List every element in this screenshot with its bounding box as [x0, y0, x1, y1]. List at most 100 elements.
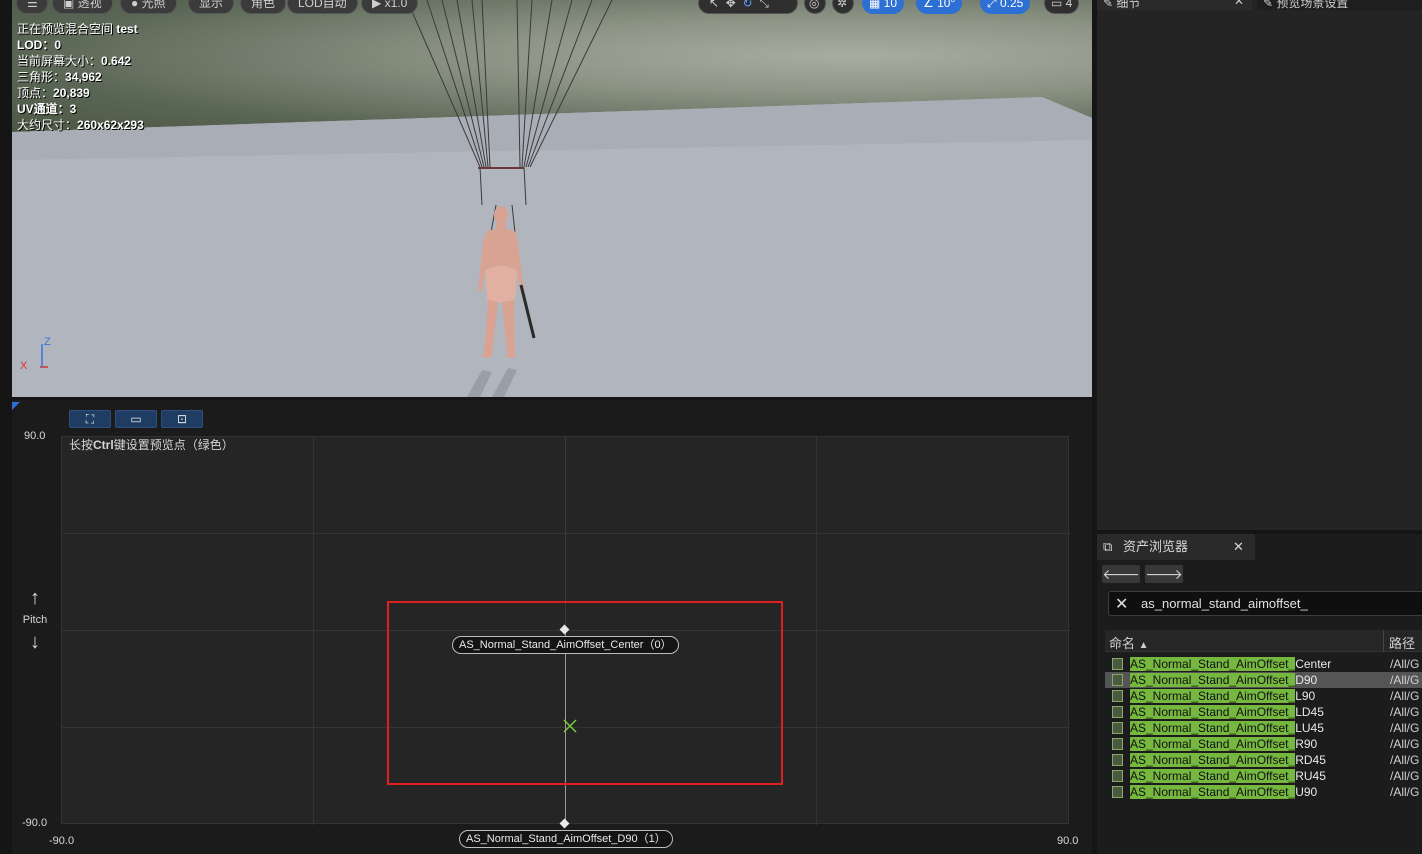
- camera-speed-value: 4: [1065, 0, 1073, 10]
- back-button[interactable]: 🡐: [1102, 565, 1140, 583]
- grid-icon: ▦: [869, 0, 884, 10]
- lod-button[interactable]: LOD自动: [287, 0, 358, 14]
- arrow-up-icon: ↑: [30, 587, 40, 609]
- pitch-axis-indicator: ↑ Pitch ↓: [10, 586, 60, 654]
- axis-z-label: Z: [44, 336, 51, 348]
- tab-details[interactable]: ✎ 细节: [1103, 0, 1140, 10]
- scale-snap-button[interactable]: ⤢ 0.25: [980, 0, 1031, 14]
- sample-label-d90[interactable]: AS_Normal_Stand_AimOffset_D90（1）: [459, 830, 673, 848]
- grid-snap-button[interactable]: ▦ 10: [862, 0, 905, 14]
- grid-snap-value: 10: [883, 0, 898, 10]
- select-icon[interactable]: ↖: [709, 0, 719, 10]
- camera-icon: ▭: [1051, 0, 1066, 10]
- pencil-icon: ✎: [1263, 0, 1277, 10]
- asset-list: AS_Normal_Stand_AimOffset_Center/All/G A…: [1105, 656, 1422, 800]
- animation-asset-icon: [1112, 754, 1123, 766]
- asset-row-r90[interactable]: AS_Normal_Stand_AimOffset_R90/All/G: [1105, 736, 1422, 752]
- stats-vertices: 顶点：20,839: [17, 86, 90, 100]
- grid-line: [313, 437, 314, 825]
- animation-asset-icon: [1112, 770, 1123, 782]
- show-label: 显示: [199, 0, 224, 10]
- play-icon: ▶: [372, 0, 385, 10]
- asset-row-d90[interactable]: AS_Normal_Stand_AimOffset_D90/All/G: [1105, 672, 1422, 688]
- y-axis-max: 90.0: [24, 430, 46, 442]
- asset-row-rd45[interactable]: AS_Normal_Stand_AimOffset_RD45/All/G: [1105, 752, 1422, 768]
- menu-button[interactable]: ☰: [16, 0, 48, 14]
- asset-row-ru45[interactable]: AS_Normal_Stand_AimOffset_RU45/All/G: [1105, 768, 1422, 784]
- animation-asset-icon: [1112, 722, 1123, 734]
- stats-uv: UV通道：3: [17, 102, 77, 116]
- globe-icon: ◎: [809, 0, 820, 10]
- scale-icon[interactable]: ⤡: [759, 0, 769, 10]
- lighting-label: 光照: [141, 0, 166, 10]
- playback-label: x1.0: [384, 0, 408, 10]
- camera-speed-button[interactable]: ▭ 4: [1044, 0, 1080, 14]
- stats-lod: LOD：0: [17, 38, 62, 52]
- asset-row-lu45[interactable]: AS_Normal_Stand_AimOffset_LU45/All/G: [1105, 720, 1422, 736]
- lit-sphere-icon: ●: [131, 0, 142, 10]
- animation-asset-icon: [1112, 738, 1123, 750]
- viewport-stats: 正在预览混合空间 test LOD：0 当前屏幕大小：0.642 三角形：34,…: [17, 21, 144, 133]
- viewport-toolbar: ☰ ▣ 透视 ● 光照 显示 角色 LOD自动 ▶ x1.0 ↖ ✥ ↻ ⤡ ◎…: [12, 0, 1092, 14]
- ctrl-hint: 长按Ctrl键设置预览点（绿色）: [69, 438, 234, 452]
- asset-row-ld45[interactable]: AS_Normal_Stand_AimOffset_LD45/All/G: [1105, 704, 1422, 720]
- asset-row-u90[interactable]: AS_Normal_Stand_AimOffset_U90/All/G: [1105, 784, 1422, 800]
- perspective-label: 透视: [77, 0, 102, 10]
- blend-space-editor: ⛶ ▭ ⊡ 90.0 -90.0 -90.0 90.0 长按Ctrl键设置预览点…: [12, 400, 1092, 854]
- snap-icon: ✲: [837, 0, 848, 10]
- snap-to-grid-button[interactable]: ⊡: [161, 410, 203, 428]
- details-panel: ✎ 细节 ✕ ✎ 预览场景设置: [1097, 0, 1422, 530]
- lighting-button[interactable]: ● 光照: [120, 0, 177, 14]
- preview-point-icon: [563, 719, 577, 733]
- x-axis-max: 90.0: [1057, 835, 1079, 847]
- close-details-icon[interactable]: ✕: [1234, 0, 1244, 8]
- search-value: as_normal_stand_aimoffset_: [1141, 596, 1308, 611]
- close-asset-browser-icon[interactable]: ✕: [1233, 534, 1244, 560]
- asset-search-input[interactable]: ✕ as_normal_stand_aimoffset_: [1108, 591, 1422, 616]
- fit-view-icon: ⛶: [85, 412, 95, 426]
- tab-preview-scene-settings[interactable]: ✎ 预览场景设置: [1263, 0, 1348, 10]
- animation-asset-icon: [1112, 658, 1123, 670]
- show-button[interactable]: 显示: [188, 0, 235, 14]
- asset-list-header: 命名 ▲ 路径: [1105, 630, 1422, 652]
- rotate-icon[interactable]: ↻: [742, 0, 752, 10]
- stats-preview: 正在预览混合空间 test: [17, 22, 138, 36]
- asset-browser: ⧉ 资产浏览器 ✕ 🡐 🡒 ✕ as_normal_stand_aimoffse…: [1097, 534, 1422, 854]
- surface-snap-button[interactable]: ✲: [832, 0, 854, 14]
- column-name[interactable]: 命名 ▲: [1109, 633, 1149, 652]
- cube-icon: ▣: [63, 0, 78, 10]
- scale-snap-icon: ⤢: [987, 0, 1000, 10]
- angle-snap-button[interactable]: ∠ 10°: [916, 0, 963, 14]
- clear-search-icon[interactable]: ✕: [1115, 594, 1128, 614]
- asset-row-l90[interactable]: AS_Normal_Stand_AimOffset_L90/All/G: [1105, 688, 1422, 704]
- grid-line: [62, 533, 1070, 534]
- column-divider: [1383, 630, 1384, 652]
- world-local-button[interactable]: ◎: [804, 0, 826, 14]
- move-icon[interactable]: ✥: [726, 0, 736, 10]
- panel-corner-marker: [12, 402, 20, 410]
- pencil-icon: ✎: [1103, 0, 1117, 10]
- hamburger-icon: ☰: [27, 0, 38, 10]
- asset-row-center[interactable]: AS_Normal_Stand_AimOffset_Center/All/G: [1105, 656, 1422, 672]
- selection-highlight-box: [387, 601, 783, 785]
- character-button[interactable]: 角色: [240, 0, 287, 14]
- stats-size: 大约尺寸：260x62x293: [17, 118, 144, 132]
- axis-x-label: X: [20, 360, 28, 372]
- arrow-left-icon: 🡐: [1102, 566, 1140, 582]
- angle-icon: ∠: [923, 0, 938, 10]
- character-label: 角色: [251, 0, 276, 10]
- forward-button[interactable]: 🡒: [1145, 565, 1183, 583]
- playback-speed-button[interactable]: ▶ x1.0: [361, 0, 419, 14]
- arrow-down-icon: ↓: [30, 631, 40, 653]
- scale-snap-value: 0.25: [999, 0, 1024, 10]
- show-labels-button[interactable]: ▭: [115, 410, 157, 428]
- fit-view-button[interactable]: ⛶: [69, 410, 111, 428]
- grid-line: [816, 437, 817, 825]
- preview-viewport[interactable]: X Z ☰ ▣ 透视 ● 光照 显示 角色 LOD自动 ▶ x1.0 ↖ ✥ ↻…: [12, 0, 1092, 397]
- transform-tools: ↖ ✥ ↻ ⤡: [698, 0, 798, 14]
- animation-asset-icon: [1112, 690, 1123, 702]
- sample-label-center[interactable]: AS_Normal_Stand_AimOffset_Center（0）: [452, 636, 679, 654]
- column-path[interactable]: 路径: [1389, 633, 1415, 652]
- tab-asset-browser[interactable]: ⧉ 资产浏览器 ✕: [1097, 534, 1255, 560]
- perspective-button[interactable]: ▣ 透视: [52, 0, 113, 14]
